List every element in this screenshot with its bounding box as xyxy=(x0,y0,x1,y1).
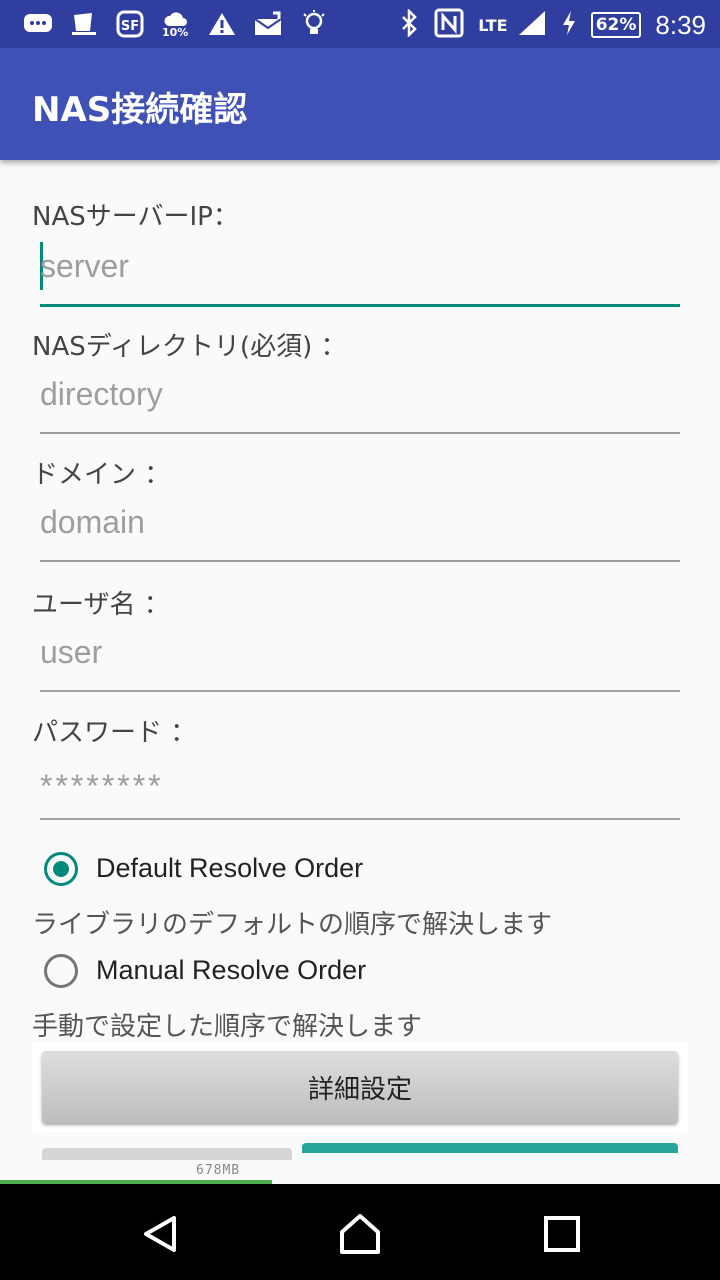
nfc-icon xyxy=(434,8,464,42)
advanced-settings-button[interactable]: 詳細設定 xyxy=(42,1051,678,1123)
domain-placeholder: domain xyxy=(40,504,145,540)
navigation-bar xyxy=(0,1184,720,1280)
default-resolve-description: ライブラリのデフォルトの順序で解決します xyxy=(32,910,553,940)
back-icon[interactable] xyxy=(138,1212,182,1256)
manual-resolve-label[interactable]: Manual Resolve Order xyxy=(96,955,366,986)
button-container: 詳細設定 xyxy=(32,1042,688,1132)
signal-icon: LTE xyxy=(478,9,546,41)
warning-icon xyxy=(206,10,238,38)
manual-resolve-radio[interactable] xyxy=(44,954,78,988)
partial-left-button[interactable] xyxy=(42,1148,292,1160)
memory-label: 678MB xyxy=(196,1163,241,1178)
bluetooth-icon xyxy=(398,7,420,41)
default-resolve-label[interactable]: Default Resolve Order xyxy=(96,853,363,884)
svg-text:SF: SF xyxy=(121,19,139,34)
battery-indicator: 62% xyxy=(590,12,642,38)
password-input[interactable]: ******** xyxy=(40,758,680,820)
network-type: LTE xyxy=(478,16,508,35)
domain-input[interactable]: domain xyxy=(40,500,680,562)
domain-label: ドメイン ： xyxy=(32,460,171,490)
home-icon[interactable] xyxy=(338,1212,382,1256)
user-placeholder: user xyxy=(40,634,103,670)
status-bar: SF 10% LTE 62% 8:39 xyxy=(0,0,720,48)
user-label: ユーザ名 ： xyxy=(32,590,170,620)
charging-icon xyxy=(561,10,577,40)
directory-input[interactable]: directory xyxy=(40,372,680,434)
weather-icon: 10% xyxy=(160,10,192,39)
default-resolve-radio[interactable] xyxy=(44,852,78,886)
page-title: NAS接続確認 xyxy=(32,90,248,130)
app-bar: NAS接続確認 xyxy=(0,48,720,160)
server-label: NASサーバーIP： xyxy=(32,202,239,232)
partial-right-button[interactable] xyxy=(302,1143,678,1153)
password-label: パスワード ： xyxy=(32,718,197,748)
user-input[interactable]: user xyxy=(40,630,680,692)
chat-icon xyxy=(22,10,54,38)
weather-percent: 10% xyxy=(162,26,189,39)
cup-icon xyxy=(68,10,100,38)
clock: 8:39 xyxy=(655,9,706,40)
server-placeholder: server xyxy=(40,248,129,284)
recents-icon[interactable] xyxy=(540,1212,584,1256)
mail-icon xyxy=(252,10,284,38)
manual-resolve-description: 手動で設定した順序で解決します xyxy=(32,1012,423,1042)
sf-icon: SF xyxy=(114,10,146,38)
password-placeholder: ******** xyxy=(40,768,164,804)
directory-label: NASディレクトリ(必須) ： xyxy=(32,332,347,362)
bulb-icon xyxy=(298,10,330,38)
server-input[interactable]: server xyxy=(40,242,680,307)
directory-placeholder: directory xyxy=(40,376,163,412)
